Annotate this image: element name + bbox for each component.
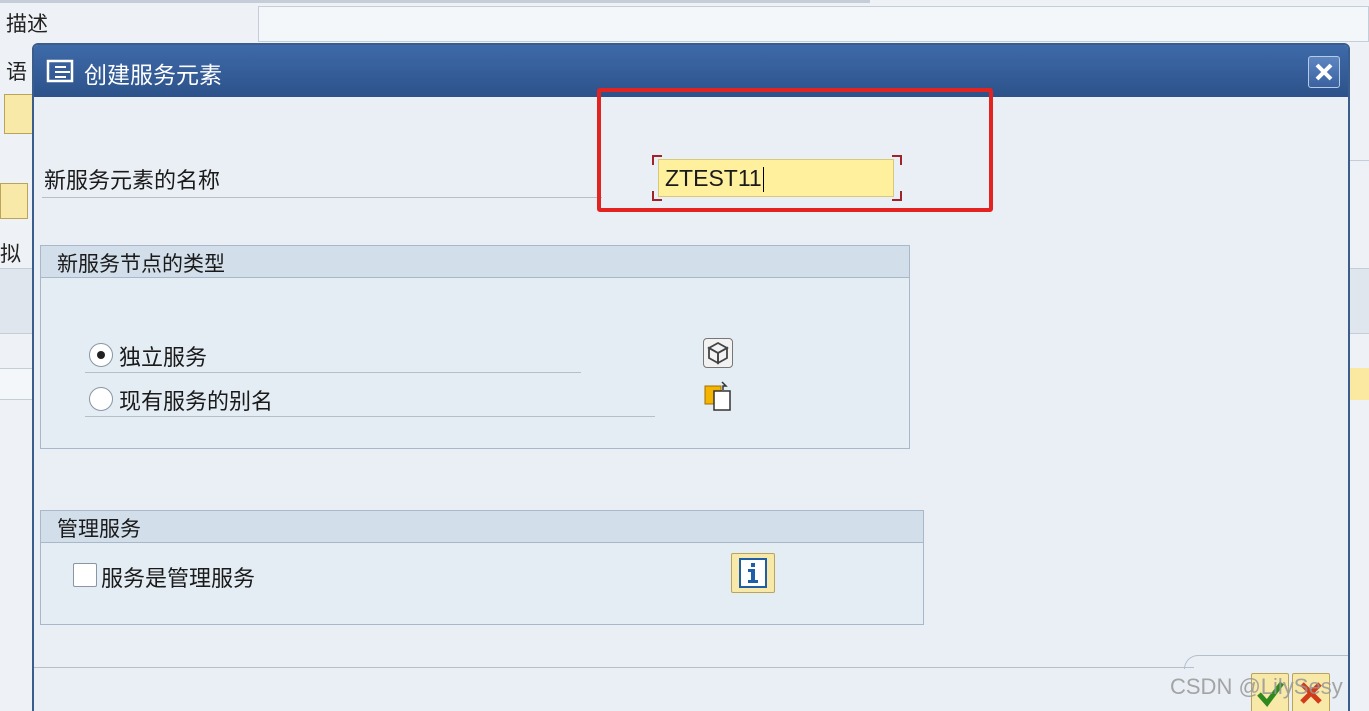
watermark: CSDN @LilySesy — [1170, 674, 1343, 699]
description-label: 描述 — [6, 12, 48, 36]
background-line — [0, 0, 870, 3]
service-element-name-label: 新服务元素的名称 — [44, 169, 221, 194]
info-icon — [739, 558, 767, 588]
virtual-label: 拟 — [0, 242, 21, 266]
admin-service-group-title: 管理服务 — [41, 511, 923, 543]
footer-divider — [34, 667, 1194, 668]
info-button[interactable] — [731, 553, 775, 593]
footer-divider-curve — [1184, 655, 1348, 669]
cube-icon — [703, 338, 733, 368]
node-type-group-title: 新服务节点的类型 — [41, 246, 909, 278]
option-underline — [85, 416, 655, 417]
name-label-underline — [42, 197, 602, 198]
dialog-title: 创建服务元素 — [84, 63, 222, 89]
background-toolbar-button[interactable] — [0, 183, 28, 219]
background-divider — [1348, 160, 1369, 161]
description-field[interactable] — [258, 6, 1369, 42]
create-service-element-dialog: 创建服务元素 新服务元素的名称 ZTEST11 新服务节点的类型 独立服务 现有… — [32, 43, 1350, 711]
language-label: 语 — [6, 60, 27, 84]
node-type-group: 新服务节点的类型 独立服务 现有服务的别名 — [40, 245, 910, 449]
radio-alias-label: 现有服务的别名 — [119, 390, 274, 415]
admin-service-checkbox-label: 服务是管理服务 — [101, 567, 256, 592]
background-selected-cell[interactable] — [1348, 368, 1369, 400]
alias-copy-icon — [703, 380, 733, 412]
dialog-window-icon — [46, 59, 74, 83]
radio-standalone-label: 独立服务 — [119, 346, 208, 371]
radio-button[interactable] — [89, 387, 113, 411]
admin-service-group: 管理服务 服务是管理服务 — [40, 510, 924, 625]
admin-service-checkbox[interactable] — [73, 563, 97, 587]
annotation-highlight-box — [597, 88, 993, 212]
close-icon — [1315, 63, 1333, 81]
option-underline — [85, 372, 581, 373]
close-button[interactable] — [1308, 56, 1340, 88]
radio-button-selected[interactable] — [89, 343, 113, 367]
